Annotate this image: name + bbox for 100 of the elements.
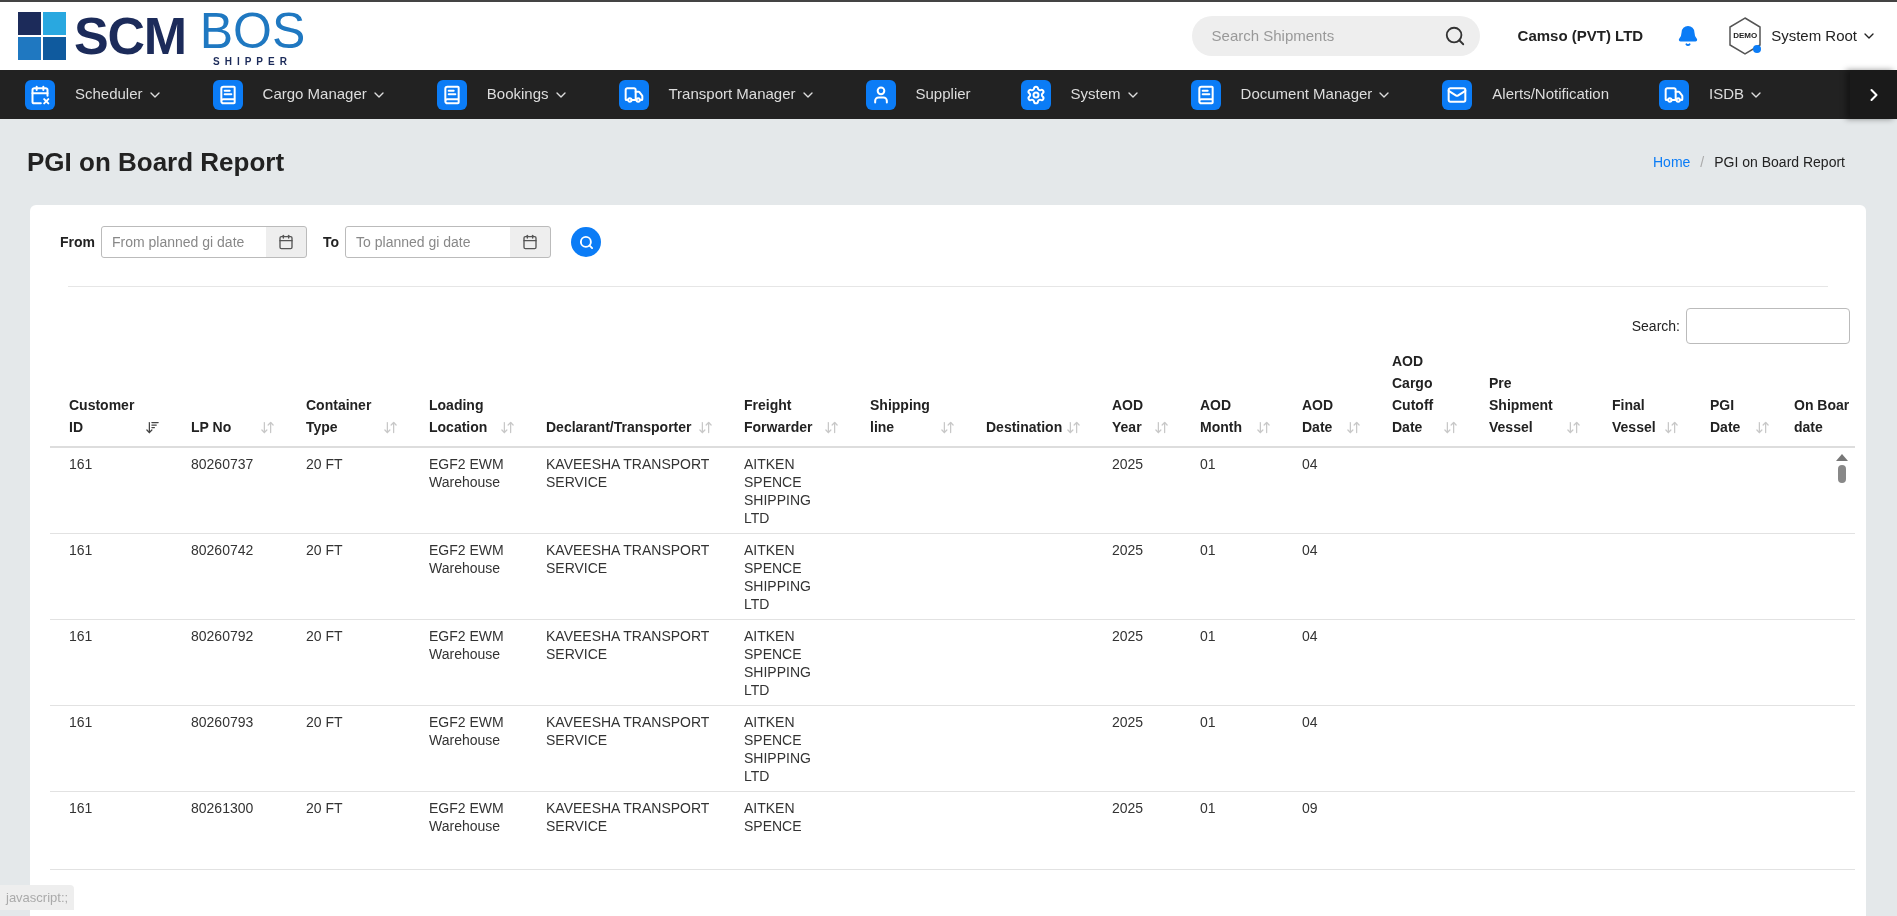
search-icon[interactable] bbox=[1443, 25, 1466, 47]
logo-text: SCM bbox=[74, 10, 186, 62]
sort-icon[interactable] bbox=[1154, 420, 1169, 435]
nav-menu-item[interactable]: ISDB bbox=[1709, 83, 1745, 106]
search-field[interactable]: Search Shipments bbox=[1191, 16, 1480, 56]
sort-icon[interactable] bbox=[1346, 420, 1361, 435]
table-cell: 2025 bbox=[1112, 714, 1144, 730]
calendar-icon[interactable] bbox=[522, 234, 539, 250]
table-cell: 20 FT bbox=[306, 456, 343, 472]
nav-menu-item[interactable]: System bbox=[1070, 83, 1121, 106]
table-cell: 04 bbox=[1302, 456, 1318, 472]
to-date-field[interactable]: To planned gi date bbox=[346, 227, 511, 257]
sort-icon[interactable] bbox=[940, 420, 955, 435]
envelope-icon bbox=[1442, 79, 1473, 110]
table-cell: 04 bbox=[1302, 714, 1318, 730]
column-header[interactable]: Freight Forwarder bbox=[725, 350, 851, 447]
table-cell: 2025 bbox=[1112, 456, 1144, 472]
column-header[interactable]: PGI Date bbox=[1691, 350, 1782, 447]
table-search-label: Search: bbox=[1631, 316, 1680, 336]
truck-icon bbox=[618, 79, 649, 110]
column-header[interactable]: Final Vessel bbox=[1593, 350, 1691, 447]
table-cell: 20 FT bbox=[306, 628, 343, 644]
sort-icon[interactable] bbox=[1256, 420, 1271, 435]
table-cell: 161 bbox=[69, 542, 93, 558]
sort-icon[interactable] bbox=[260, 420, 275, 435]
gears-icon bbox=[1020, 79, 1051, 110]
table-cell: AITKEN SPENCE SHIPPING LTD bbox=[744, 542, 811, 612]
column-header[interactable]: Shipping line bbox=[851, 350, 967, 447]
sort-icon[interactable] bbox=[1664, 420, 1679, 435]
column-header[interactable]: Destination bbox=[967, 350, 1093, 447]
column-header[interactable]: Customer ID bbox=[50, 350, 172, 447]
search-input[interactable]: Search Shipments bbox=[1211, 24, 1444, 48]
nav-menu-item[interactable]: Bookings bbox=[486, 83, 549, 106]
nav-menu-item[interactable]: Transport Manager bbox=[668, 83, 796, 106]
table-cell: 80261300 bbox=[191, 800, 254, 816]
from-label: From bbox=[60, 232, 95, 252]
table-cell: 2025 bbox=[1112, 628, 1144, 644]
user-menu[interactable]: System Root bbox=[1771, 24, 1877, 48]
status-url-tooltip: javascript:; bbox=[0, 884, 75, 910]
column-header[interactable]: AOD Date bbox=[1283, 350, 1373, 447]
nav-menu-item[interactable]: Supplier bbox=[915, 83, 971, 106]
from-date-field[interactable]: From planned gi date bbox=[102, 227, 266, 257]
sort-icon[interactable] bbox=[500, 420, 515, 435]
table-cell: KAVEESHA TRANSPORT SERVICE bbox=[546, 714, 710, 748]
nav-scroll-button[interactable] bbox=[1850, 70, 1897, 119]
sort-icon[interactable] bbox=[1755, 420, 1770, 435]
table-cell: EGF2 EWM Warehouse bbox=[429, 456, 504, 490]
book-icon bbox=[212, 79, 243, 110]
search-icon bbox=[578, 234, 594, 250]
table-cell: 01 bbox=[1200, 456, 1216, 472]
table-cell: 04 bbox=[1302, 542, 1318, 558]
table-cell: 80260793 bbox=[191, 714, 254, 730]
column-header[interactable]: AOD Cargo Cutoff Date bbox=[1373, 350, 1470, 447]
column-header[interactable]: Loading Location bbox=[410, 350, 527, 447]
table-cell: 161 bbox=[69, 456, 93, 472]
search-button[interactable] bbox=[571, 227, 602, 257]
sort-icon[interactable] bbox=[1566, 420, 1581, 435]
table-search-field[interactable] bbox=[1686, 308, 1850, 344]
notification-bell-icon[interactable] bbox=[1677, 25, 1700, 47]
nav-menu-item[interactable]: Alerts/Notification bbox=[1492, 83, 1610, 106]
column-header[interactable]: Container Type bbox=[287, 350, 410, 447]
table-cell: 80260737 bbox=[191, 456, 254, 472]
page-title: PGI on Board Report bbox=[27, 145, 285, 179]
logo-text: BOS bbox=[199, 5, 306, 56]
column-header[interactable]: LP No bbox=[172, 350, 287, 447]
sort-icon[interactable] bbox=[383, 420, 398, 435]
table-cell: 161 bbox=[69, 628, 93, 644]
sort-icon[interactable] bbox=[1066, 420, 1081, 435]
table-cell: AITKEN SPENCE SHIPPING LTD bbox=[744, 628, 811, 698]
truck-icon bbox=[1659, 79, 1690, 110]
nav-menu-item[interactable]: Document Manager bbox=[1240, 83, 1373, 106]
column-header[interactable]: AOD Month bbox=[1181, 350, 1283, 447]
nav-menu-item[interactable]: Scheduler bbox=[75, 83, 143, 106]
sort-descending-icon[interactable] bbox=[145, 420, 160, 435]
table-cell: 09 bbox=[1302, 800, 1318, 816]
table-cell: 20 FT bbox=[306, 542, 343, 558]
column-header[interactable]: AOD Year bbox=[1093, 350, 1181, 447]
sort-icon[interactable] bbox=[1443, 420, 1458, 435]
company-name: Camso (PVT) LTD bbox=[1517, 25, 1644, 46]
table-cell: 01 bbox=[1200, 542, 1216, 558]
user-icon bbox=[865, 79, 896, 110]
table-cell: EGF2 EWM Warehouse bbox=[429, 628, 504, 662]
table-cell: 80260742 bbox=[191, 542, 254, 558]
user-avatar[interactable]: DEMO bbox=[1729, 17, 1762, 55]
table-cell: 20 FT bbox=[306, 714, 343, 730]
table-cell: KAVEESHA TRANSPORT SERVICE bbox=[546, 542, 710, 576]
table-cell: 161 bbox=[69, 714, 93, 730]
column-header[interactable]: Declarant/Transporter bbox=[527, 350, 725, 447]
table-cell: EGF2 EWM Warehouse bbox=[429, 542, 504, 576]
sort-icon[interactable] bbox=[698, 420, 713, 435]
sort-icon[interactable] bbox=[824, 420, 839, 435]
to-label: To bbox=[323, 232, 340, 252]
nav-menu-item[interactable]: Cargo Manager bbox=[262, 83, 367, 106]
table-cell: 20 FT bbox=[306, 800, 343, 816]
column-header[interactable]: Pre Shipment Vessel bbox=[1470, 350, 1593, 447]
breadcrumb-current: PGI on Board Report bbox=[1714, 152, 1845, 172]
column-header[interactable]: On Boar date bbox=[1782, 350, 1855, 447]
breadcrumb-separator: / bbox=[1700, 152, 1705, 172]
table-cell: KAVEESHA TRANSPORT SERVICE bbox=[546, 800, 710, 834]
calendar-icon[interactable] bbox=[278, 234, 294, 250]
